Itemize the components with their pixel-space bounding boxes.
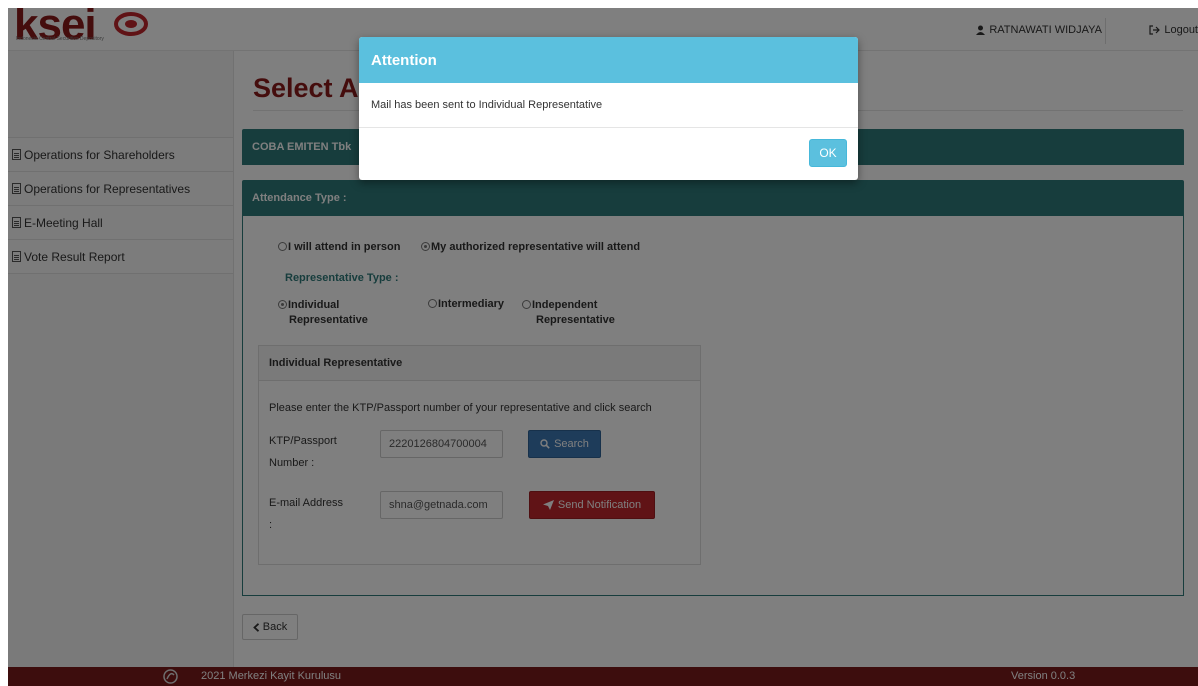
app-frame: ksei Indonesia Central Securities Deposi… xyxy=(8,8,1198,686)
dialog-title: Attention xyxy=(359,37,858,83)
attention-dialog: Attention Mail has been sent to Individu… xyxy=(359,37,858,180)
ok-button[interactable]: OK xyxy=(809,139,847,167)
dialog-message: Mail has been sent to Individual Represe… xyxy=(359,83,858,128)
